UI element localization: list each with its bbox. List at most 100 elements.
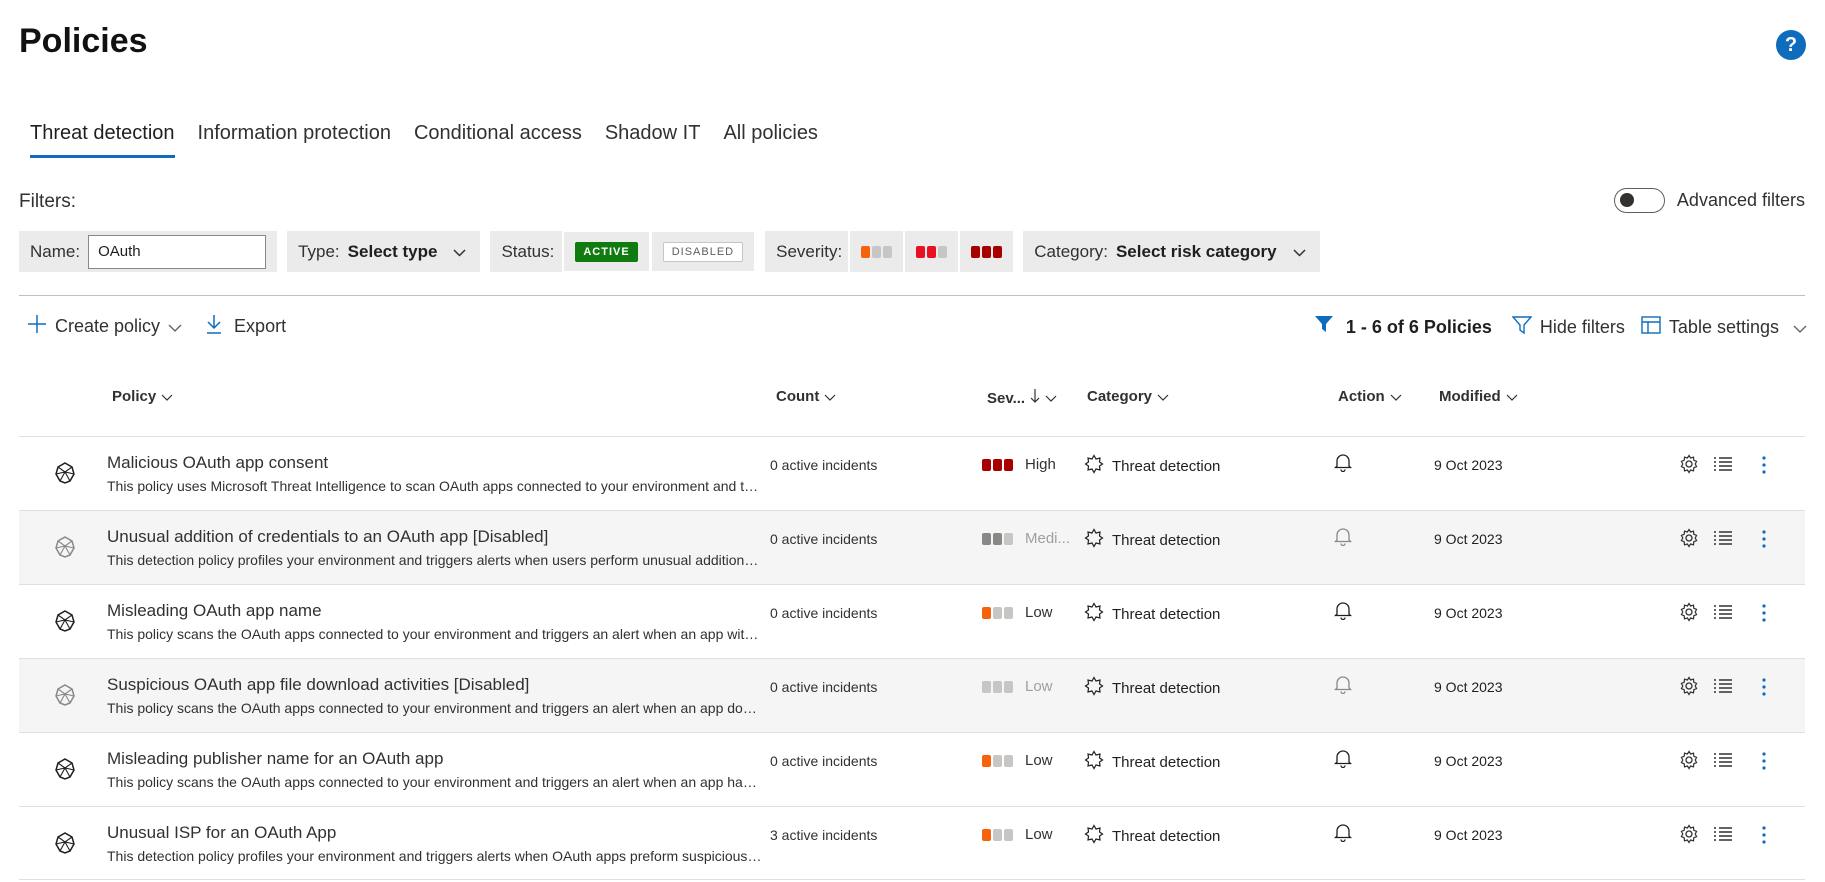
severity-square	[1004, 680, 1013, 693]
column-header-policy[interactable]: Policy	[112, 388, 173, 405]
policy-count[interactable]: 3 active incidents	[770, 827, 877, 843]
policy-category: Threat detection	[1084, 824, 1220, 848]
threat-policy-icon	[52, 830, 78, 856]
table-row[interactable]: Unusual ISP for an OAuth App This detect…	[19, 806, 1805, 880]
column-header-action[interactable]: Action	[1338, 388, 1402, 405]
threat-policy-icon	[52, 608, 78, 634]
plus-icon	[27, 314, 47, 339]
table-row[interactable]: Unusual addition of credentials to an OA…	[19, 510, 1805, 584]
severity-square	[883, 245, 893, 258]
table-row[interactable]: Misleading OAuth app name This policy sc…	[19, 584, 1805, 658]
policy-name[interactable]: Unusual ISP for an OAuth App	[107, 823, 336, 843]
hide-filters-button[interactable]: Hide filters	[1511, 315, 1625, 340]
threat-policy-icon	[52, 460, 78, 486]
threat-category-icon	[1084, 454, 1104, 478]
settings-icon[interactable]	[1679, 824, 1699, 849]
create-policy-button[interactable]: Create policy	[55, 316, 160, 337]
list-icon[interactable]	[1713, 456, 1733, 477]
policy-name[interactable]: Suspicious OAuth app file download activ…	[107, 675, 529, 695]
column-header-label: Modified	[1439, 388, 1501, 405]
tab-conditional-access[interactable]: Conditional access	[414, 122, 582, 158]
more-options-icon[interactable]	[1761, 529, 1767, 552]
policy-count[interactable]: 0 active incidents	[770, 605, 877, 621]
chevron-down-icon[interactable]	[168, 316, 182, 337]
status-active-option[interactable]: ACTIVE	[562, 231, 650, 272]
severity-square	[1004, 532, 1013, 545]
severity-square	[982, 606, 991, 619]
policy-category: Threat detection	[1084, 750, 1220, 774]
tab-information-protection[interactable]: Information protection	[198, 122, 391, 158]
more-options-icon[interactable]	[1761, 677, 1767, 700]
policy-name[interactable]: Unusual addition of credentials to an OA…	[107, 527, 548, 547]
column-header-label: Category	[1087, 388, 1153, 405]
column-header-severity[interactable]: Sev...	[987, 388, 1057, 408]
table-settings-label: Table settings	[1668, 316, 1779, 337]
name-filter-input[interactable]	[88, 234, 267, 269]
column-header-modified[interactable]: Modified	[1439, 388, 1518, 405]
policy-modified: 9 Oct 2023	[1434, 531, 1503, 547]
settings-icon[interactable]	[1679, 676, 1699, 701]
advanced-filters: Advanced filters	[1613, 188, 1805, 213]
export-button[interactable]: Export	[234, 316, 286, 337]
tab-all-policies[interactable]: All policies	[723, 122, 817, 158]
settings-icon[interactable]	[1679, 454, 1699, 479]
help-icon[interactable]: ?	[1776, 30, 1806, 60]
table-settings-button[interactable]: Table settings	[1641, 315, 1807, 340]
policy-modified: 9 Oct 2023	[1434, 753, 1503, 769]
threat-category-icon	[1084, 602, 1104, 626]
severity-square	[993, 245, 1003, 258]
column-header-label: Action	[1338, 388, 1385, 405]
list-icon[interactable]	[1713, 752, 1733, 773]
filter-icon	[1314, 314, 1334, 340]
list-icon[interactable]	[1713, 678, 1733, 699]
policy-description: This detection policy profiles your envi…	[107, 552, 762, 568]
more-options-icon[interactable]	[1761, 825, 1767, 848]
settings-icon[interactable]	[1679, 528, 1699, 553]
more-options-icon[interactable]	[1761, 603, 1767, 626]
policy-description: This detection policy profiles your envi…	[107, 848, 762, 864]
page-title: Policies	[19, 22, 148, 60]
table-row[interactable]: Misleading publisher name for an OAuth a…	[19, 732, 1805, 806]
bell-icon	[1333, 526, 1353, 551]
advanced-filters-toggle[interactable]	[1613, 188, 1665, 213]
type-filter-label: Type:	[298, 241, 340, 261]
more-options-icon[interactable]	[1761, 751, 1767, 774]
list-icon[interactable]	[1713, 530, 1733, 551]
policy-name[interactable]: Misleading OAuth app name	[107, 601, 322, 621]
policy-count[interactable]: 0 active incidents	[770, 679, 877, 695]
more-options-icon[interactable]	[1761, 455, 1767, 478]
table-row[interactable]: Malicious OAuth app consent This policy …	[19, 436, 1805, 510]
severity-low-option[interactable]	[848, 231, 903, 272]
table-row[interactable]: Suspicious OAuth app file download activ…	[19, 658, 1805, 732]
policy-count[interactable]: 0 active incidents	[770, 753, 877, 769]
toolbar-left: Create policy Export	[27, 314, 286, 339]
category-label: Threat detection	[1112, 605, 1221, 623]
row-actions	[1679, 602, 1767, 627]
category-label: Threat detection	[1112, 457, 1221, 475]
policy-name[interactable]: Misleading publisher name for an OAuth a…	[107, 749, 443, 769]
type-filter[interactable]: Type: Select type	[287, 231, 481, 272]
settings-icon[interactable]	[1679, 750, 1699, 775]
policy-count[interactable]: 0 active incidents	[770, 531, 877, 547]
policy-severity: High	[982, 456, 1056, 473]
settings-icon[interactable]	[1679, 602, 1699, 627]
policy-severity: Low	[982, 604, 1053, 621]
policy-name[interactable]: Malicious OAuth app consent	[107, 453, 328, 473]
column-header-count[interactable]: Count	[776, 388, 836, 405]
tab-shadow-it[interactable]: Shadow IT	[605, 122, 701, 158]
policy-count[interactable]: 0 active incidents	[770, 457, 877, 473]
filters-label: Filters:	[19, 191, 76, 212]
column-header-category[interactable]: Category	[1087, 388, 1169, 405]
policy-severity: Medi...	[982, 530, 1070, 547]
category-filter[interactable]: Category: Select risk category	[1023, 231, 1320, 272]
severity-high-option[interactable]	[958, 231, 1013, 272]
list-icon[interactable]	[1713, 604, 1733, 625]
severity-medium-option[interactable]	[903, 231, 958, 272]
severity-label: Low	[1025, 752, 1053, 769]
list-icon[interactable]	[1713, 826, 1733, 847]
policy-modified: 9 Oct 2023	[1434, 457, 1503, 473]
tab-threat-detection[interactable]: Threat detection	[30, 122, 175, 158]
sort-descending-icon	[1030, 388, 1040, 408]
severity-label: Low	[1025, 604, 1053, 621]
status-disabled-option[interactable]: DISABLED	[649, 231, 756, 272]
